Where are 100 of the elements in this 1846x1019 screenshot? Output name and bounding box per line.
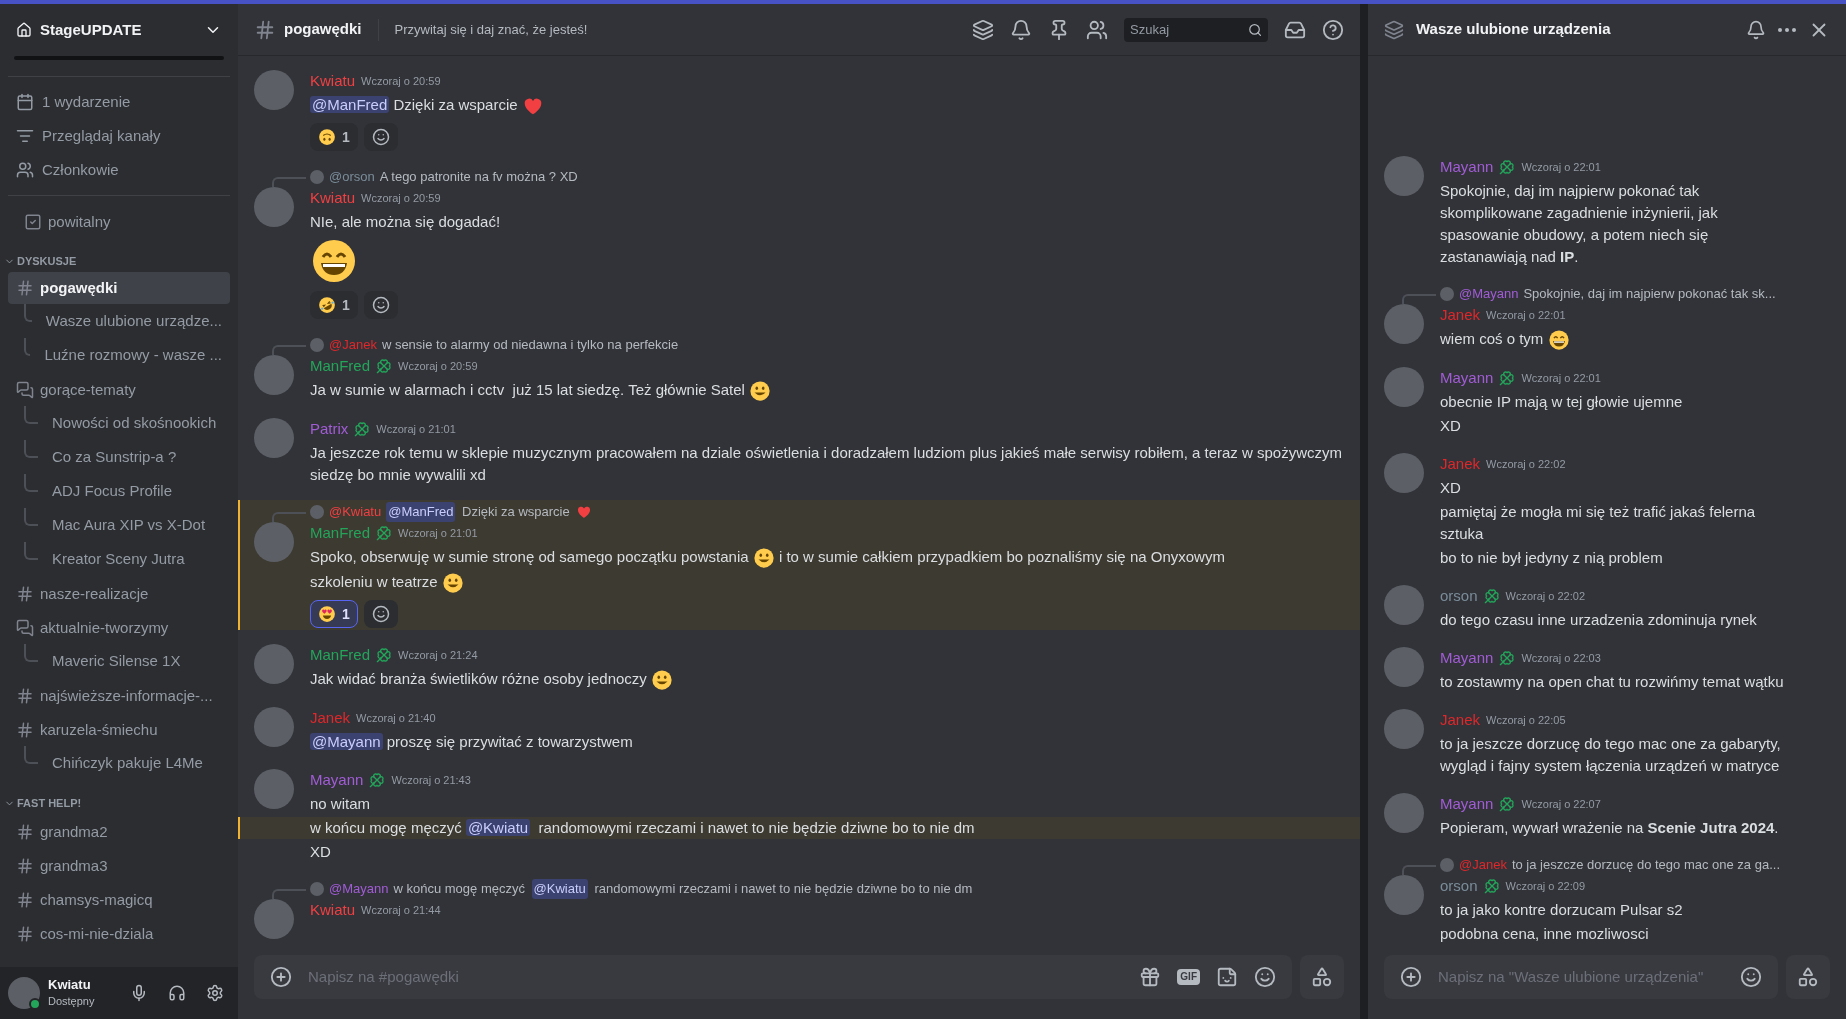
search-field[interactable]: Szukaj <box>1124 17 1268 42</box>
message-text: no witam <box>310 795 371 813</box>
thread-item[interactable]: Mac Aura XIP vs X-Dot <box>44 508 230 542</box>
thread-item[interactable]: Co za Sunstrip-a ? <box>44 440 230 474</box>
add-reaction-button[interactable] <box>363 291 398 320</box>
mention-link[interactable]: @ManFred <box>310 96 390 113</box>
add-attachment-button[interactable] <box>1400 966 1422 988</box>
channel-item[interactable]: cos-mi-nie-dziala <box>8 918 230 950</box>
channel-item[interactable]: pogawędki <box>8 272 230 304</box>
avatar[interactable] <box>8 977 40 1009</box>
message-composer[interactable]: Napisz na #pogawędki GIF <box>254 955 1292 999</box>
apps-button[interactable] <box>1300 955 1344 999</box>
reply-author[interactable]: @Kwiatu <box>329 502 382 523</box>
author-name[interactable]: orson <box>1440 585 1478 607</box>
timestamp: Wczoraj o 22:03 <box>1521 651 1601 666</box>
message-text: w końcu mogę męczyć <box>393 880 526 899</box>
tree-line <box>24 644 38 662</box>
author-name[interactable]: Mayann <box>310 769 364 792</box>
channel-item[interactable]: aktualnie-tworzymy <box>8 612 230 644</box>
gif-button[interactable]: GIF <box>1177 969 1200 985</box>
sticker-icon <box>1216 966 1238 988</box>
author-name[interactable]: orson <box>1440 875 1478 897</box>
reaction-button[interactable]: 1 <box>310 123 358 152</box>
reaction-button[interactable]: 1 <box>310 600 358 629</box>
reply-author[interactable]: @Mayann <box>329 879 389 900</box>
notifications-button[interactable] <box>1746 19 1766 40</box>
mention-link[interactable]: @Kwiatu <box>465 819 531 837</box>
channel-item[interactable]: nasze-realizacje <box>8 578 230 610</box>
message-text: Dzięki za wsparcie <box>392 96 519 113</box>
thread-item[interactable]: Chińczyk pakuje L4Me <box>44 746 230 780</box>
nav-item[interactable]: 1 wydarzenie <box>8 85 230 119</box>
reply-author[interactable]: @orson <box>329 167 375 188</box>
channel-item[interactable]: chamsys-magicq <box>8 884 230 916</box>
category-header[interactable]: FAST HELP! <box>17 794 82 812</box>
message-text: Spoko, obserwuję w sumie stronę od samego początku powstania <box>310 548 750 566</box>
search-input[interactable]: Szukaj <box>1130 19 1248 40</box>
laughing-face-icon <box>318 296 336 315</box>
author-name[interactable]: Mayann <box>1440 647 1494 669</box>
reply-author[interactable]: @Mayann <box>1459 283 1519 304</box>
author-name[interactable]: Kwiatu <box>310 70 356 92</box>
emoji-button[interactable] <box>1254 966 1276 988</box>
thread-item[interactable]: Luźne rozmowy - wasze ... <box>36 338 230 372</box>
mention-link[interactable]: @Mayann <box>310 733 383 751</box>
reaction-button[interactable]: 1 <box>310 291 358 320</box>
author-name[interactable]: Kwiatu <box>310 187 356 210</box>
author-name[interactable]: Janek <box>1440 303 1481 326</box>
channel-item[interactable]: karuzela-śmiechu <box>8 714 230 746</box>
emoji-button[interactable] <box>1740 966 1762 988</box>
author-name[interactable]: ManFred <box>310 355 371 378</box>
channel-item[interactable]: najświeższe-informacje-... <box>8 680 230 712</box>
help-button[interactable] <box>1322 18 1344 41</box>
message-text: Dzięki za wsparcie <box>461 503 571 522</box>
channel-item[interactable]: grandma3 <box>8 850 230 882</box>
author-name[interactable]: Patrix <box>310 418 349 441</box>
author-name[interactable]: Kwiatu <box>310 899 356 922</box>
reply-author[interactable]: @Janek <box>1459 855 1507 875</box>
author-name[interactable]: ManFred <box>310 522 371 545</box>
channel-item[interactable]: powitalny <box>16 206 222 238</box>
gift-button[interactable] <box>1139 966 1162 988</box>
author-name[interactable]: Janek <box>310 707 351 730</box>
hash-icon <box>16 585 34 603</box>
author-name[interactable]: Mayann <box>1440 155 1494 178</box>
smiley-icon <box>371 296 390 315</box>
channel-topic: Przywitaj się i daj znać, że jesteś! <box>394 20 589 39</box>
threads-button[interactable] <box>972 18 994 41</box>
mention-link[interactable]: @ManFred <box>386 502 456 523</box>
notifications-button[interactable] <box>1010 18 1032 41</box>
checkbox-icon <box>24 213 42 231</box>
nav-item[interactable]: Przeglądaj kanały <box>8 119 230 153</box>
message-text: Jak widać branża świetlików różne osoby jednoczy <box>310 670 648 688</box>
channel-item[interactable]: gorące-tematy <box>8 374 230 406</box>
author-name[interactable]: Janek <box>1440 709 1481 731</box>
thread-item[interactable]: Wasze ulubione urządze... <box>37 304 230 338</box>
more-button[interactable] <box>1778 27 1796 32</box>
thread-item[interactable]: Nowości od skośnookich <box>44 406 230 440</box>
author-name[interactable]: Mayann <box>1440 793 1494 815</box>
author-name[interactable]: ManFred <box>310 644 371 667</box>
category-header[interactable]: DYSKUSJE <box>17 252 77 270</box>
add-reaction-button[interactable] <box>363 600 398 629</box>
reply-author[interactable]: @Janek <box>329 335 377 356</box>
message-composer[interactable]: Napisz na "Wasze ulubione urządzenia" <box>1384 955 1778 999</box>
timestamp: Wczoraj o 22:01 <box>1521 371 1601 386</box>
author-name[interactable]: Janek <box>1440 453 1481 475</box>
thread-item[interactable]: Maveric Silense 1X <box>44 644 230 678</box>
thread-item[interactable]: ADJ Focus Profile <box>44 474 230 508</box>
sticker-button[interactable] <box>1216 966 1238 988</box>
thread-item[interactable]: Kreator Sceny Jutra <box>44 542 230 576</box>
add-attachment-button[interactable] <box>270 966 292 988</box>
apps-button[interactable] <box>1786 955 1830 999</box>
add-reaction-button[interactable] <box>363 123 398 152</box>
hash-icon <box>16 279 34 297</box>
members-button[interactable] <box>1086 18 1108 41</box>
smiley-face-icon <box>752 547 775 570</box>
message-input[interactable]: Napisz na #pogawędki <box>308 965 1124 989</box>
author-name[interactable]: Mayann <box>1440 367 1494 389</box>
tree-line <box>24 746 38 764</box>
message-input[interactable]: Napisz na "Wasze ulubione urządzenia" <box>1438 965 1724 989</box>
nav-item[interactable]: Członkowie <box>8 153 230 187</box>
channel-item[interactable]: grandma2 <box>8 816 230 848</box>
mention-link[interactable]: @Kwiatu <box>531 879 588 900</box>
